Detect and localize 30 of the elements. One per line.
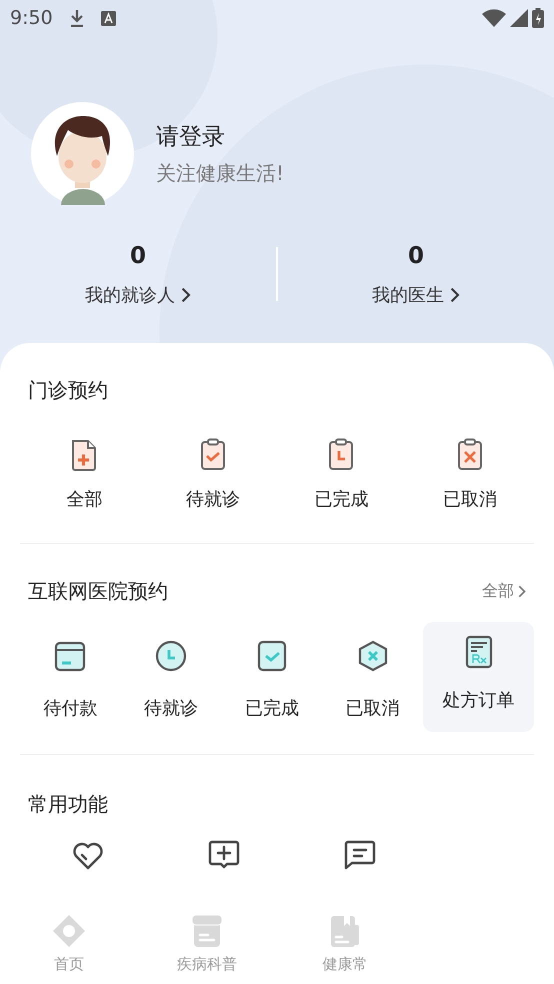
signal-icon (510, 9, 528, 27)
clover-icon (51, 913, 87, 949)
order-filter[interactable]: 已取消 (322, 622, 424, 732)
tagline: 关注健康生活! (156, 160, 284, 186)
wifi-icon (482, 9, 506, 27)
appointment-filter[interactable]: 已完成 (277, 437, 406, 511)
stat-link[interactable]: 我的就诊人 (85, 283, 191, 307)
appointment-filter[interactable]: 已取消 (406, 437, 534, 511)
order-filter[interactable]: 处方订单 (423, 622, 534, 732)
order-filter[interactable]: 已完成 (222, 622, 322, 732)
avatar[interactable] (31, 102, 134, 205)
section-title: 门诊预约 (28, 376, 108, 404)
chevron-right-icon (181, 287, 191, 303)
view-all-link[interactable]: 全部 (482, 580, 526, 602)
battery-icon (532, 8, 544, 28)
order-filter[interactable]: 待就诊 (120, 622, 222, 732)
stat-link[interactable]: 我的医生 (372, 283, 460, 307)
order-filter[interactable]: 待付款 (20, 622, 121, 732)
chevron-right-icon (518, 584, 526, 598)
stat-count: 0 (130, 243, 146, 269)
section-title: 常用功能 (28, 790, 108, 818)
download-icon (68, 9, 85, 27)
appointment-filter[interactable]: 全部 (20, 437, 148, 511)
status-time: 9:50 (10, 7, 53, 29)
appointment-filter[interactable]: 待就诊 (148, 437, 277, 511)
login-prompt[interactable]: 请登录 (156, 120, 284, 152)
chevron-right-icon (450, 287, 460, 303)
section-title: 互联网医院预约 (28, 578, 168, 604)
stat-count: 0 (408, 243, 424, 269)
keyboard-icon (100, 10, 116, 26)
